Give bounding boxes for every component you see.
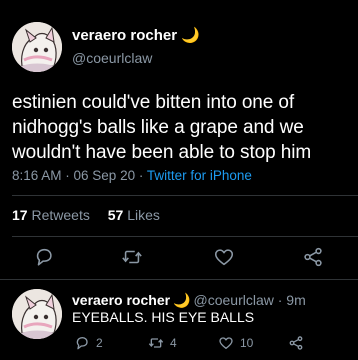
avatar-image (12, 289, 62, 339)
reply-icon (36, 248, 52, 266)
tweet-text: estinien could've bitten into one of nid… (12, 92, 312, 163)
like-button[interactable] (213, 246, 235, 268)
retweet-icon (122, 250, 142, 264)
like-icon (219, 337, 233, 349)
moon-icon: 🌙 (173, 292, 191, 308)
avatar[interactable] (12, 22, 62, 72)
divider (12, 236, 358, 237)
like-count: 10 (240, 336, 254, 350)
tweet-meta: 8:16 AM · 06 Sep 20 · Twitter for iPhone (12, 168, 252, 183)
reply-time[interactable]: · 9m (278, 292, 306, 308)
retweet-button[interactable] (121, 246, 143, 268)
retweets-label[interactable]: Retweets (31, 207, 89, 223)
reply-button[interactable] (33, 246, 55, 268)
share-button[interactable] (288, 334, 310, 352)
like-button[interactable]: 10 (218, 334, 253, 352)
main-tweet: veraero rocher 🌙 @coeurlclaw estinien cou… (0, 0, 358, 280)
author-name-text: veraero rocher (72, 27, 178, 44)
retweet-count: 4 (170, 336, 177, 350)
reply-icon (76, 337, 88, 350)
moon-icon: 🌙 (181, 27, 200, 44)
share-button[interactable] (302, 246, 324, 268)
reply-text: EYEBALLS. HIS EYE BALLS (72, 309, 255, 325)
retweet-button[interactable]: 4 (148, 334, 177, 352)
avatar-image (12, 22, 62, 72)
share-icon (289, 336, 303, 350)
like-icon (214, 249, 234, 266)
reply-tweet[interactable]: veraero rocher 🌙 @coeurlclaw · 9m EYEBALLS… (0, 280, 358, 360)
tweet-stats: 17 Retweets 57 Likes (12, 207, 174, 223)
reply-button[interactable]: 2 (74, 334, 103, 352)
timestamp: 8:16 AM · 06 Sep 20 · (12, 168, 147, 183)
author-handle[interactable]: @coeurlclaw (194, 292, 274, 308)
share-icon (304, 247, 322, 267)
tweet-actions (0, 246, 358, 270)
author-name[interactable]: veraero rocher (72, 292, 170, 308)
author-handle[interactable]: @coeurlclaw (72, 50, 152, 66)
likes-label[interactable]: Likes (127, 207, 160, 223)
likes-count[interactable]: 57 (108, 207, 124, 223)
author-name[interactable]: veraero rocher 🌙 (72, 26, 200, 44)
avatar[interactable] (12, 289, 62, 339)
retweets-count[interactable]: 17 (12, 207, 28, 223)
retweet-icon (148, 338, 164, 348)
reply-actions: 2 4 10 (0, 334, 358, 352)
source-link[interactable]: Twitter for iPhone (147, 168, 252, 183)
divider (12, 195, 358, 196)
reply-count: 2 (96, 336, 103, 350)
reply-header: veraero rocher 🌙 @coeurlclaw · 9m (72, 292, 306, 309)
